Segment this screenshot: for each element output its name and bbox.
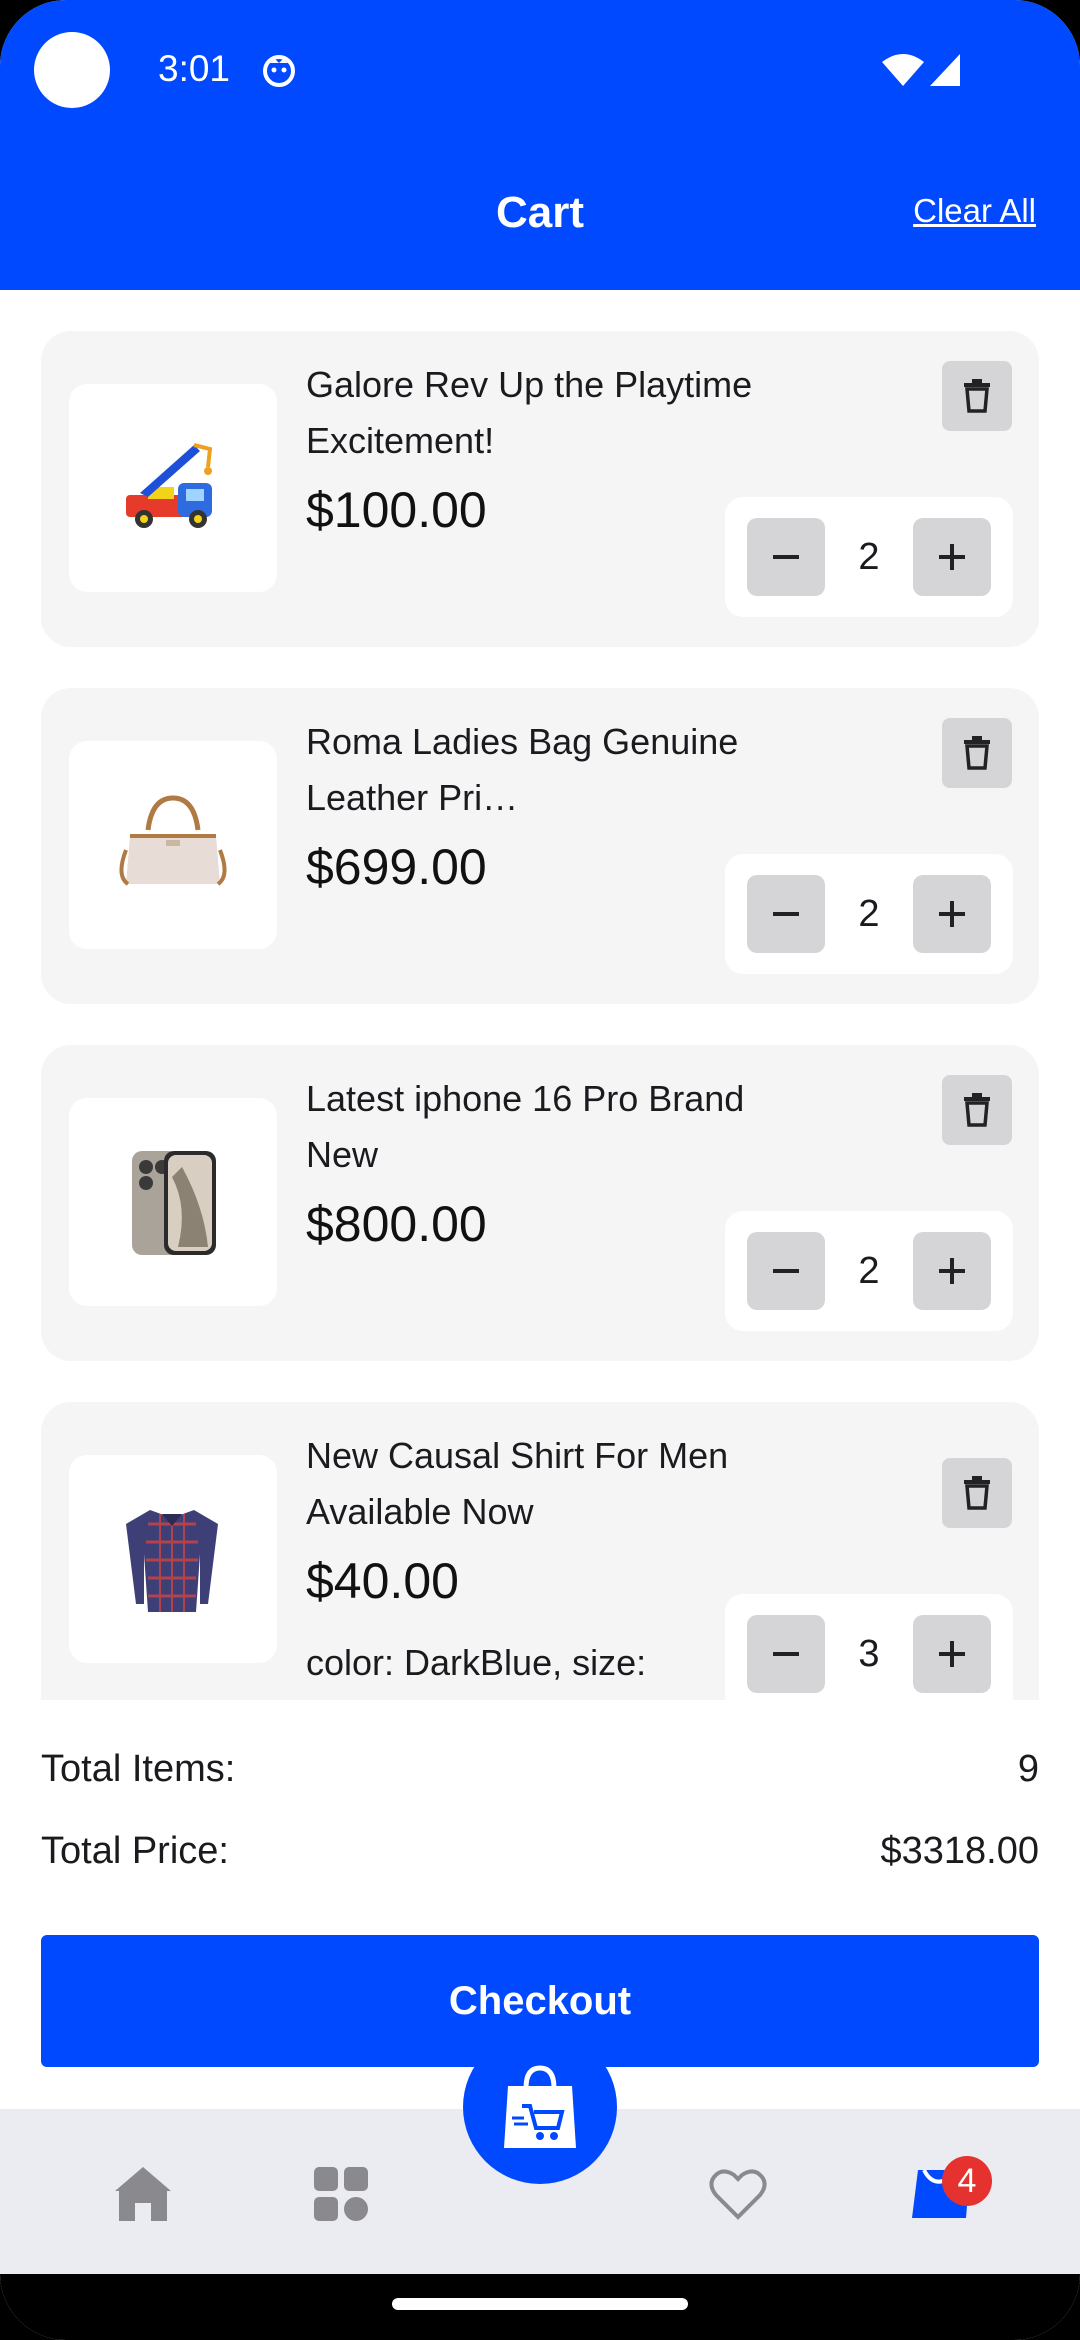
trash-icon bbox=[964, 379, 990, 413]
trash-icon bbox=[964, 736, 990, 770]
product-thumbnail[interactable] bbox=[69, 1098, 277, 1306]
quantity-value: 2 bbox=[858, 1250, 880, 1292]
decrease-quantity-button[interactable] bbox=[747, 518, 825, 596]
shop-bag-icon bbox=[504, 2065, 576, 2148]
trash-icon bbox=[964, 1093, 990, 1127]
total-items-value: 9 bbox=[1017, 1748, 1039, 1790]
heart-icon bbox=[709, 2169, 767, 2220]
total-items-row: Total Items: 9 bbox=[41, 1748, 1039, 1791]
cart-item[interactable]: Roma Ladies Bag Genuine Leather Pri… $69… bbox=[41, 688, 1039, 1004]
plus-icon bbox=[939, 901, 965, 927]
increase-quantity-button[interactable] bbox=[913, 1615, 991, 1693]
nav-categories[interactable] bbox=[306, 2159, 376, 2229]
product-thumbnail[interactable] bbox=[69, 741, 277, 949]
minus-icon bbox=[773, 1269, 799, 1273]
decrease-quantity-button[interactable] bbox=[747, 875, 825, 953]
delete-button[interactable] bbox=[942, 718, 1012, 788]
increase-quantity-button[interactable] bbox=[913, 518, 991, 596]
total-price-row: Total Price: $3318.00 bbox=[41, 1830, 1039, 1873]
product-name: Galore Rev Up the Playtime Excitement! bbox=[306, 364, 753, 461]
home-icon bbox=[115, 2167, 171, 2221]
quantity-stepper: 3 bbox=[725, 1594, 1013, 1700]
status-app-icon bbox=[263, 55, 295, 87]
quantity-value: 2 bbox=[858, 893, 880, 935]
cart-count-badge: 4 bbox=[942, 2156, 992, 2206]
wifi-icon bbox=[882, 54, 924, 86]
plus-icon bbox=[939, 1258, 965, 1284]
quantity-stepper: 2 bbox=[725, 854, 1013, 974]
delete-button[interactable] bbox=[942, 1458, 1012, 1528]
status-time: 3:01 bbox=[158, 48, 231, 89]
nav-wishlist[interactable] bbox=[703, 2159, 773, 2229]
product-price: $800.00 bbox=[306, 1196, 487, 1252]
home-gesture-handle[interactable] bbox=[392, 2298, 688, 2310]
quantity-stepper: 2 bbox=[725, 1211, 1013, 1331]
toy-truck-image bbox=[126, 443, 213, 528]
product-price: $100.00 bbox=[306, 482, 487, 538]
signal-icon bbox=[930, 54, 960, 86]
product-name: Latest iphone 16 Pro Brand New bbox=[306, 1078, 745, 1175]
minus-icon bbox=[773, 1652, 799, 1656]
shop-fab-button[interactable] bbox=[463, 2030, 617, 2184]
quantity-stepper: 2 bbox=[725, 497, 1013, 617]
minus-icon bbox=[773, 912, 799, 916]
app-header: 3:01 Cart Clear All bbox=[0, 0, 1080, 290]
quantity-value: 3 bbox=[858, 1633, 880, 1675]
minus-icon bbox=[773, 555, 799, 559]
product-name: Roma Ladies Bag Genuine Leather Pri… bbox=[306, 721, 739, 818]
delete-button[interactable] bbox=[942, 1075, 1012, 1145]
plus-icon bbox=[939, 1641, 965, 1667]
delete-button[interactable] bbox=[942, 361, 1012, 431]
cart-item[interactable]: Galore Rev Up the Playtime Excitement! $… bbox=[41, 331, 1039, 647]
screen: 3:01 Cart Clear All Galore Rev Up the Pl… bbox=[0, 0, 1080, 2340]
product-price: $699.00 bbox=[306, 839, 487, 895]
decrease-quantity-button[interactable] bbox=[747, 1615, 825, 1693]
product-thumbnail[interactable] bbox=[69, 1455, 277, 1663]
clear-all-button[interactable]: Clear All bbox=[913, 192, 1036, 230]
increase-quantity-button[interactable] bbox=[913, 1232, 991, 1310]
nav-home[interactable] bbox=[108, 2159, 178, 2229]
product-thumbnail[interactable] bbox=[69, 384, 277, 592]
product-variant: color: DarkBlue, size: bbox=[306, 1642, 647, 1683]
cart-item[interactable]: Latest iphone 16 Pro Brand New $800.00 2 bbox=[41, 1045, 1039, 1361]
product-name: New Causal Shirt For Men Available Now bbox=[306, 1435, 729, 1532]
shirt-image bbox=[126, 1510, 218, 1612]
cart-item[interactable]: New Causal Shirt For Men Available Now $… bbox=[41, 1402, 1039, 1700]
total-price-label: Total Price: bbox=[41, 1830, 229, 1872]
cart-list[interactable]: Galore Rev Up the Playtime Excitement! $… bbox=[0, 290, 1080, 1700]
quantity-value: 2 bbox=[858, 536, 880, 578]
phone-image bbox=[132, 1151, 216, 1255]
total-price-value: $3318.00 bbox=[880, 1830, 1040, 1872]
decrease-quantity-button[interactable] bbox=[747, 1232, 825, 1310]
plus-icon bbox=[939, 544, 965, 570]
trash-icon bbox=[964, 1476, 990, 1510]
total-items-label: Total Items: bbox=[41, 1748, 236, 1790]
product-price: $40.00 bbox=[306, 1553, 459, 1609]
increase-quantity-button[interactable] bbox=[913, 875, 991, 953]
camera-cutout bbox=[34, 32, 110, 108]
categories-icon bbox=[314, 2167, 368, 2221]
handbag-image bbox=[119, 795, 227, 886]
